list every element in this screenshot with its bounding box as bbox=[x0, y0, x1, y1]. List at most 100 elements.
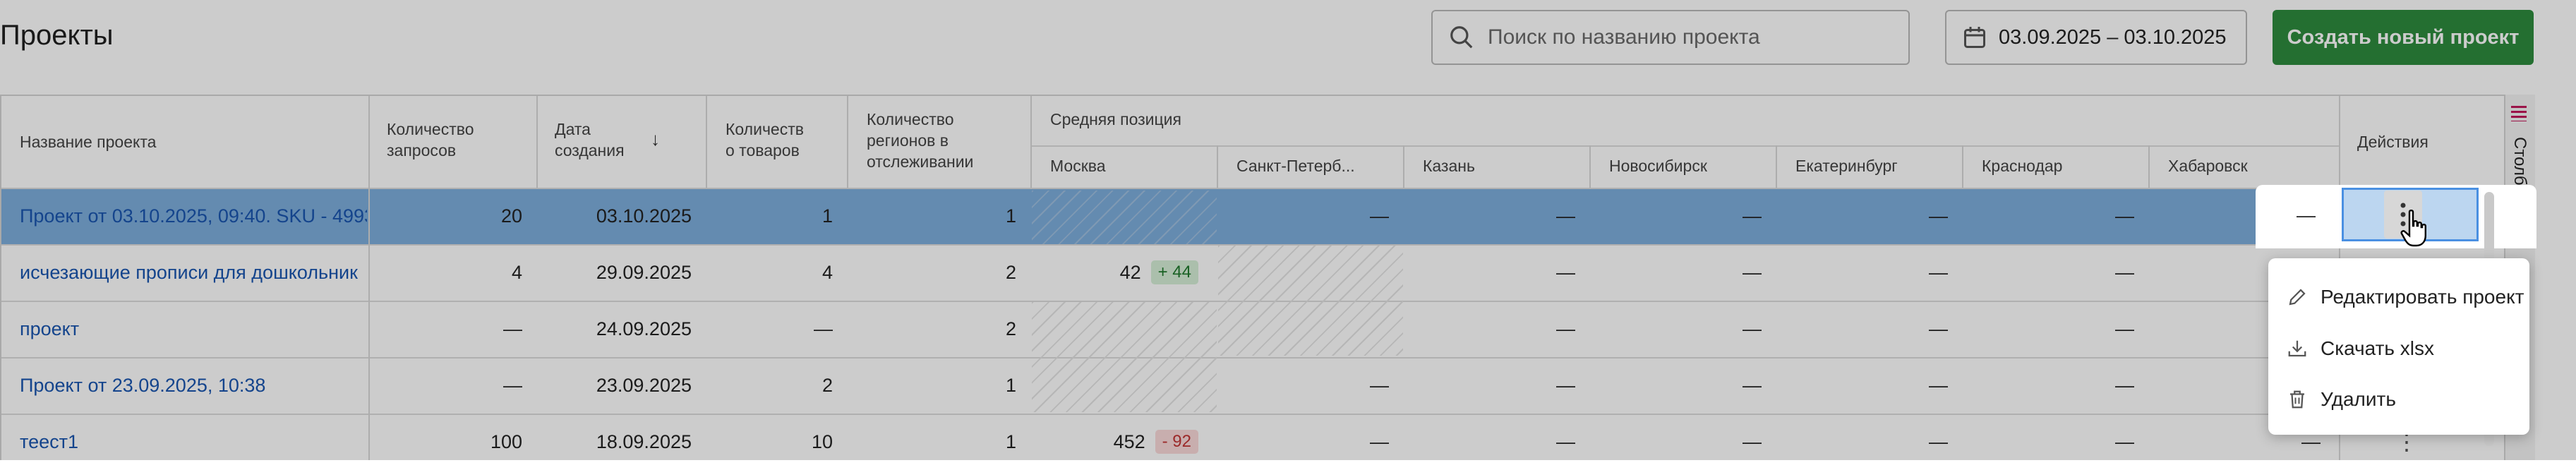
col-header-goods[interactable]: Количеств о товаров bbox=[726, 119, 804, 161]
project-name-link[interactable]: проект bbox=[20, 301, 367, 357]
cell-krd: — bbox=[2115, 430, 2134, 452]
cell-regions: 1 bbox=[1005, 374, 1016, 396]
col-header-name[interactable]: Название проекта bbox=[20, 131, 156, 152]
col-header-queries-line1: Количество bbox=[387, 120, 474, 138]
menu-item-download[interactable]: Скачать xlsx bbox=[2287, 331, 2434, 366]
col-header-city[interactable]: Хабаровск bbox=[2168, 155, 2248, 176]
position-delta-badge: + 44 bbox=[1150, 260, 1198, 284]
cell-nsk: — bbox=[1743, 374, 1762, 396]
cell-kazan: — bbox=[1556, 261, 1575, 283]
cell-goods: 10 bbox=[811, 430, 833, 452]
cell-created: 29.09.2025 bbox=[596, 261, 692, 283]
menu-item-label: Удалить bbox=[2321, 388, 2396, 410]
cell-spb: — bbox=[1370, 430, 1389, 452]
no-data-cell bbox=[1218, 246, 1403, 356]
col-header-city[interactable]: Казань bbox=[1423, 155, 1475, 176]
col-divider bbox=[847, 96, 848, 188]
col-divider bbox=[1776, 145, 1777, 188]
cell-goods: 2 bbox=[821, 374, 833, 396]
col-divider bbox=[1217, 145, 1218, 188]
col-header-avg-position: Средняя позиция bbox=[1050, 110, 1181, 128]
cell-krd: — bbox=[2115, 261, 2134, 283]
cell-created: 18.09.2025 bbox=[596, 430, 692, 452]
sort-desc-icon[interactable]: ↓ bbox=[651, 128, 660, 150]
cell-queries: 100 bbox=[490, 430, 522, 452]
cell-krd: — bbox=[2115, 318, 2134, 339]
cell-moscow: 42 + 44 bbox=[1032, 244, 1198, 301]
row-actions-menu: Редактировать проект Скачать xlsx Удалит… bbox=[2268, 258, 2529, 435]
col-header-regions-line2: регионов в bbox=[867, 131, 949, 150]
col-divider bbox=[2148, 145, 2150, 188]
download-icon bbox=[2288, 340, 2306, 357]
col-divider bbox=[1403, 145, 1404, 188]
project-name-link[interactable]: Проект от 03.10.2025, 09:40. SKU - 4993 bbox=[20, 188, 367, 244]
col-header-actions: Действия bbox=[2357, 133, 2428, 151]
col-divider bbox=[1589, 145, 1591, 188]
col-header-city[interactable]: Москва bbox=[1050, 155, 1106, 176]
cell-queries: 4 bbox=[511, 261, 522, 283]
col-header-city[interactable]: Екатеринбург bbox=[1795, 155, 1898, 176]
cell-regions: 2 bbox=[1005, 318, 1016, 339]
cell-ekb: — bbox=[1929, 205, 1948, 227]
no-data-cell bbox=[1032, 302, 1217, 412]
col-header-created[interactable]: Дата создания bbox=[555, 119, 625, 161]
menu-item-label: Скачать xlsx bbox=[2321, 337, 2434, 359]
hand-cursor-icon bbox=[2400, 210, 2426, 247]
col-header-city[interactable]: Санкт-Петерб... bbox=[1236, 155, 1355, 176]
trash-icon bbox=[2290, 390, 2304, 409]
cell-krd: — bbox=[2115, 374, 2134, 396]
col-header-goods-line2: о товаров bbox=[726, 141, 800, 159]
col-header-queries[interactable]: Количество запросов bbox=[387, 119, 474, 161]
cell-regions: 1 bbox=[1005, 430, 1016, 452]
col-header-city[interactable]: Новосибирск bbox=[1609, 155, 1707, 176]
search-input[interactable]: Поиск по названию проекта bbox=[1431, 10, 1910, 65]
col-divider bbox=[536, 96, 538, 188]
col-header-queries-line2: запросов bbox=[387, 141, 457, 159]
date-range-picker[interactable]: 03.09.2025 – 03.10.2025 bbox=[1945, 10, 2247, 65]
col-header-regions-line3: отслеживании bbox=[867, 152, 974, 171]
cell-moscow-value: 42 bbox=[1119, 261, 1141, 283]
cell-nsk: — bbox=[1743, 430, 1762, 452]
col-header-created-line2: создания bbox=[555, 141, 625, 159]
col-header-created-line1: Дата bbox=[555, 120, 591, 138]
cell-ekb: — bbox=[1929, 261, 1948, 283]
cell-queries: — bbox=[503, 318, 522, 339]
cell-ekb: — bbox=[1929, 430, 1948, 452]
cell-goods: 4 bbox=[821, 261, 833, 283]
col-header-regions-line1: Количество bbox=[867, 110, 954, 128]
col-header-regions[interactable]: Количество регионов в отслеживании bbox=[867, 109, 973, 172]
cell-ekb: — bbox=[1929, 374, 1948, 396]
menu-item-label: Редактировать проект bbox=[2321, 286, 2524, 308]
cell-krd: — bbox=[2115, 205, 2134, 227]
page-title: Проекты bbox=[0, 20, 114, 51]
cell-spb: — bbox=[1370, 374, 1389, 396]
col-divider bbox=[706, 96, 707, 188]
menu-item-delete[interactable]: Удалить bbox=[2287, 382, 2396, 417]
columns-icon bbox=[2511, 106, 2527, 121]
create-project-button[interactable]: Создать новый проект bbox=[2273, 10, 2534, 65]
menu-item-edit[interactable]: Редактировать проект bbox=[2287, 279, 2524, 315]
project-name-link[interactable]: теест1 bbox=[20, 414, 367, 470]
cell-created: 23.09.2025 bbox=[596, 374, 692, 396]
cell-goods: 1 bbox=[821, 205, 833, 227]
cell-nsk: — bbox=[1743, 318, 1762, 339]
cell-queries: 20 bbox=[500, 205, 522, 227]
position-delta-badge: - 92 bbox=[1155, 430, 1198, 454]
cell-created: 24.09.2025 bbox=[596, 318, 692, 339]
cell-moscow: 452 - 92 bbox=[1032, 414, 1198, 470]
cell-kazan: — bbox=[1556, 205, 1575, 227]
project-name-link[interactable]: исчезающие прописи для дошкольник bbox=[20, 244, 367, 301]
cell-regions: 1 bbox=[1005, 205, 1016, 227]
projects-page: Проекты Поиск по названию проекта 03.09.… bbox=[0, 0, 2576, 460]
col-header-goods-line1: Количеств bbox=[726, 120, 804, 138]
cell-created: 03.10.2025 bbox=[596, 205, 692, 227]
header-divider bbox=[1030, 145, 2340, 147]
cell-kazan: — bbox=[1556, 374, 1575, 396]
cell-goods: — bbox=[814, 318, 833, 339]
cell-moscow-value: 452 bbox=[1113, 430, 1145, 452]
calendar-icon bbox=[1964, 27, 1985, 48]
col-header-city[interactable]: Краснодар bbox=[1982, 155, 2062, 176]
project-name-link[interactable]: Проект от 23.09.2025, 10:38 bbox=[20, 357, 367, 414]
cell-kazan: — bbox=[1556, 318, 1575, 339]
col-divider bbox=[1962, 145, 1963, 188]
